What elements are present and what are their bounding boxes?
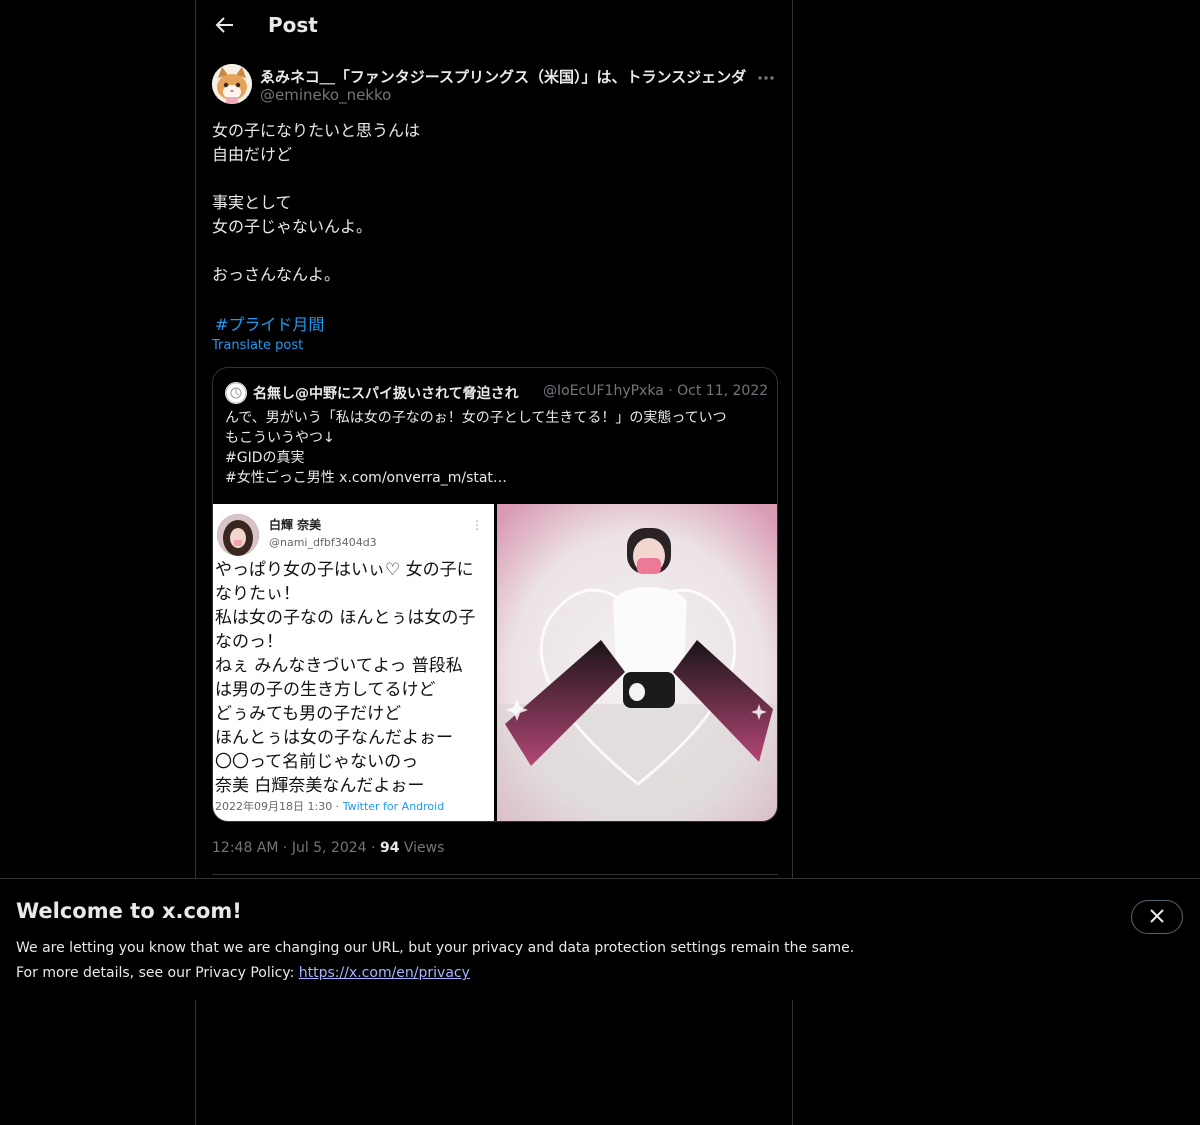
close-banner-button[interactable] <box>1131 900 1183 934</box>
screenshot-line: なのっ！ <box>215 632 283 652</box>
post-line <box>212 167 778 191</box>
translate-post-link[interactable]: Translate post <box>212 338 303 353</box>
quoted-photo-image[interactable] <box>497 504 777 821</box>
divider <box>212 874 778 875</box>
post-time[interactable]: 12:48 AM <box>212 840 278 856</box>
top-bar: Post <box>196 0 794 53</box>
screenshot-app: Twitter for Android <box>342 800 445 813</box>
banner-title: Welcome to x.com! <box>16 899 242 923</box>
banner-line: We are letting you know that we are chan… <box>16 940 855 956</box>
quoted-author-avatar <box>225 382 247 404</box>
screenshot-avatar <box>217 514 259 556</box>
post-line: おっさんなんよ。 <box>212 265 341 284</box>
quoted-author-handle: @IoEcUF1hyPxka <box>543 383 664 399</box>
screenshot-header: 白輝 奈美 @nami_dfbf3404d3 ⋮ <box>217 512 487 558</box>
quoted-post[interactable]: 名無し@中野にスパイ扱いされて脅迫され @IoEcUF1hyPxka · Oct… <box>212 367 778 822</box>
views-count: 94 <box>379 840 400 856</box>
screenshot-footer: 2022年09月18日 1:30 · Twitter for Android <box>215 800 445 813</box>
screenshot-line: なりたぃ！ <box>215 584 300 604</box>
banner-text: We are letting you know that we are chan… <box>16 936 854 986</box>
back-button[interactable] <box>208 10 242 44</box>
screenshot-handle: @nami_dfbf3404d3 <box>269 536 377 549</box>
author-handle[interactable]: @emineko_nekko <box>260 86 391 104</box>
screenshot-line: ねぇ みんなきづいてよっ 普段私 <box>215 656 463 676</box>
screenshot-name: 白輝 奈美 <box>269 518 322 532</box>
author-avatar[interactable] <box>212 64 252 104</box>
quoted-line: んで、男がいう「私は女の子なのぉ！女の子として生きてる！」の実態っていつ <box>225 410 727 426</box>
quoted-screenshot-image[interactable]: 白輝 奈美 @nami_dfbf3404d3 ⋮ やっぱり女の子はいぃ♡ 女の子… <box>213 504 494 821</box>
screenshot-line: 奈美 白輝奈美なんだよぉー <box>215 776 425 796</box>
quoted-date: Oct 11, 2022 <box>677 383 769 399</box>
post-meta: 12:48 AM · Jul 5, 2024 · 94 Views <box>212 840 445 856</box>
screenshot-line: は男の子の生き方してるけど <box>215 680 436 700</box>
post-line: 事実として <box>212 193 292 212</box>
screenshot-text: やっぱり女の子はいぃ♡ 女の子に なりたぃ！ 私は女の子なの ほんとぅは女の子 … <box>215 558 493 798</box>
quoted-text: んで、男がいう「私は女の子なのぉ！女の子として生きてる！」の実態っていつ もこう… <box>225 408 765 488</box>
screenshot-timestamp: 2022年09月18日 1:30 <box>215 800 333 813</box>
post-line <box>212 239 778 263</box>
banner-line-prefix: For more details, see our Privacy Policy… <box>16 965 299 981</box>
views-label: Views <box>403 840 445 856</box>
banner-line: For more details, see our Privacy Policy… <box>16 961 854 986</box>
screenshot-line: ほんとぅは女の子なんだよぉー <box>215 728 453 748</box>
post-author: ゑみネコ＿「ファンタジースプリングス（米国）」は、トランスジェンダ @emine… <box>212 64 778 108</box>
screenshot-line: 〇〇って名前じゃないのっ <box>215 752 419 772</box>
post-line: 女の子になりたいと思うんは <box>212 121 421 140</box>
arrow-left-icon <box>215 15 235 39</box>
screenshot-line: やっぱり女の子はいぃ♡ 女の子に <box>215 560 474 580</box>
more-dots-icon <box>757 66 775 85</box>
privacy-policy-link[interactable]: https://x.com/en/privacy <box>299 965 470 981</box>
quoted-meta: @IoEcUF1hyPxka · Oct 11, 2022 <box>543 383 769 399</box>
hashtag-link[interactable]: #プライド月間 <box>215 311 324 335</box>
post-text: 女の子になりたいと思うんは 自由だけど 事実として 女の子じゃないんよ。 おっさ… <box>212 119 778 287</box>
quoted-line: もこういうやつ↓ <box>225 430 335 446</box>
screenshot-line: 私は女の子なの ほんとぅは女の子 <box>215 608 476 628</box>
quoted-media: 白輝 奈美 @nami_dfbf3404d3 ⋮ やっぱり女の子はいぃ♡ 女の子… <box>213 504 777 821</box>
author-display-name[interactable]: ゑみネコ＿「ファンタジースプリングス（米国）」は、トランスジェンダ <box>260 66 755 87</box>
quoted-line: #GIDの真実 <box>225 450 305 466</box>
quoted-line: #女性ごっこ男性 x.com/onverra_m/stat… <box>225 470 507 486</box>
screenshot-more-icon: ⋮ <box>471 518 483 532</box>
more-options-button[interactable] <box>754 64 778 86</box>
screenshot-line: どぅみても男の子だけど <box>215 704 402 724</box>
quoted-author-name: 名無し@中野にスパイ扱いされて脅迫され <box>253 386 519 402</box>
close-icon <box>1150 908 1164 927</box>
quoted-post-header: 名無し@中野にスパイ扱いされて脅迫され @IoEcUF1hyPxka · Oct… <box>225 380 770 404</box>
post-line: 女の子じゃないんよ。 <box>212 217 373 236</box>
post-date[interactable]: Jul 5, 2024 <box>292 840 367 856</box>
post-line: 自由だけど <box>212 145 293 164</box>
page-title: Post <box>268 13 318 37</box>
welcome-banner: Welcome to x.com! We are letting you kno… <box>0 878 1200 1000</box>
